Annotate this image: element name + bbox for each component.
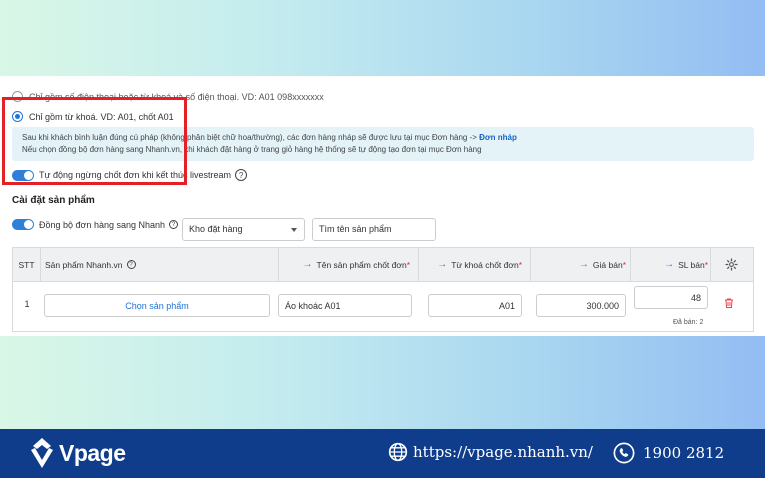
draft-orders-link[interactable]: Đơn nháp bbox=[479, 133, 517, 142]
product-name-input[interactable]: Áo khoác A01 bbox=[278, 294, 412, 317]
row-stt: 1 bbox=[24, 299, 30, 309]
th-product-label: Sản phẩm Nhanh.vn bbox=[45, 259, 123, 270]
arrow-right-icon: → bbox=[302, 259, 313, 270]
footer: Vpage https://vpage.nhanh.vn/ 1900 2812 bbox=[0, 429, 765, 478]
arrow-right-icon: → bbox=[437, 259, 448, 270]
sync-toggle[interactable] bbox=[12, 219, 34, 230]
help-icon[interactable]: ? bbox=[235, 169, 248, 181]
required-mark: * bbox=[406, 259, 410, 270]
th-qty: → SL bán * bbox=[631, 248, 711, 281]
th-keyword: → Từ khoá chốt đơn * bbox=[419, 248, 531, 281]
product-table: STT Sản phẩm Nhanh.vn ? → Tên sản phẩm c… bbox=[12, 247, 754, 332]
table-header: STT Sản phẩm Nhanh.vn ? → Tên sản phẩm c… bbox=[12, 247, 754, 282]
chevron-down-icon bbox=[291, 228, 297, 232]
th-stt-label: STT bbox=[18, 259, 35, 270]
trash-icon[interactable] bbox=[723, 296, 735, 310]
price-input[interactable]: 300.000 bbox=[536, 294, 626, 317]
keyword-input[interactable]: A01 bbox=[428, 294, 522, 317]
th-name: → Tên sản phẩm chốt đơn * bbox=[279, 248, 419, 281]
vpage-logo: Vpage bbox=[28, 437, 126, 469]
section-title: Cài đặt sản phẩm bbox=[12, 195, 95, 206]
required-mark: * bbox=[622, 259, 626, 270]
help-icon[interactable]: ? bbox=[169, 220, 178, 229]
hotline[interactable]: 1900 2812 bbox=[613, 442, 724, 464]
globe-icon bbox=[388, 442, 408, 462]
phone-icon bbox=[613, 442, 635, 464]
help-icon[interactable]: ? bbox=[126, 260, 136, 269]
table-row: 1 Chọn sản phẩm Áo khoác A01 A01 300.000… bbox=[12, 282, 754, 332]
product-search-input[interactable]: Tìm tên sản phẩm bbox=[312, 218, 436, 241]
choose-product-button[interactable]: Chọn sản phẩm bbox=[44, 294, 270, 317]
th-price-label: Giá bán bbox=[592, 259, 623, 270]
warehouse-select-value: Kho đặt hàng bbox=[189, 224, 243, 234]
required-mark: * bbox=[704, 259, 708, 270]
highlight-frame bbox=[2, 97, 187, 185]
website-url: https://vpage.nhanh.vn/ bbox=[413, 443, 593, 461]
website-link[interactable]: https://vpage.nhanh.vn/ bbox=[388, 442, 593, 462]
arrow-right-icon: → bbox=[664, 259, 675, 270]
sold-count: Đã bán: 2 bbox=[673, 319, 704, 326]
sync-row: Đồng bộ đơn hàng sang Nhanh ? bbox=[12, 219, 178, 230]
th-product: Sản phẩm Nhanh.vn ? bbox=[41, 248, 279, 281]
th-qty-label: SL bán bbox=[678, 259, 705, 270]
arrow-right-icon: → bbox=[578, 259, 589, 270]
gear-icon[interactable] bbox=[725, 258, 738, 271]
phone-number: 1900 2812 bbox=[643, 444, 725, 462]
sync-label: Đồng bộ đơn hàng sang Nhanh bbox=[39, 219, 165, 230]
th-name-label: Tên sản phẩm chốt đơn bbox=[316, 259, 407, 270]
warehouse-select[interactable]: Kho đặt hàng bbox=[182, 218, 305, 241]
th-price: → Giá bán * bbox=[531, 248, 631, 281]
brand-name: Vpage bbox=[59, 439, 126, 466]
product-search-placeholder: Tìm tên sản phẩm bbox=[319, 224, 392, 234]
th-keyword-label: Từ khoá chốt đơn bbox=[451, 259, 519, 270]
vpage-logo-icon bbox=[31, 438, 53, 468]
quantity-input[interactable]: 48 bbox=[634, 286, 708, 309]
required-mark: * bbox=[518, 259, 522, 270]
th-stt: STT bbox=[13, 248, 41, 281]
